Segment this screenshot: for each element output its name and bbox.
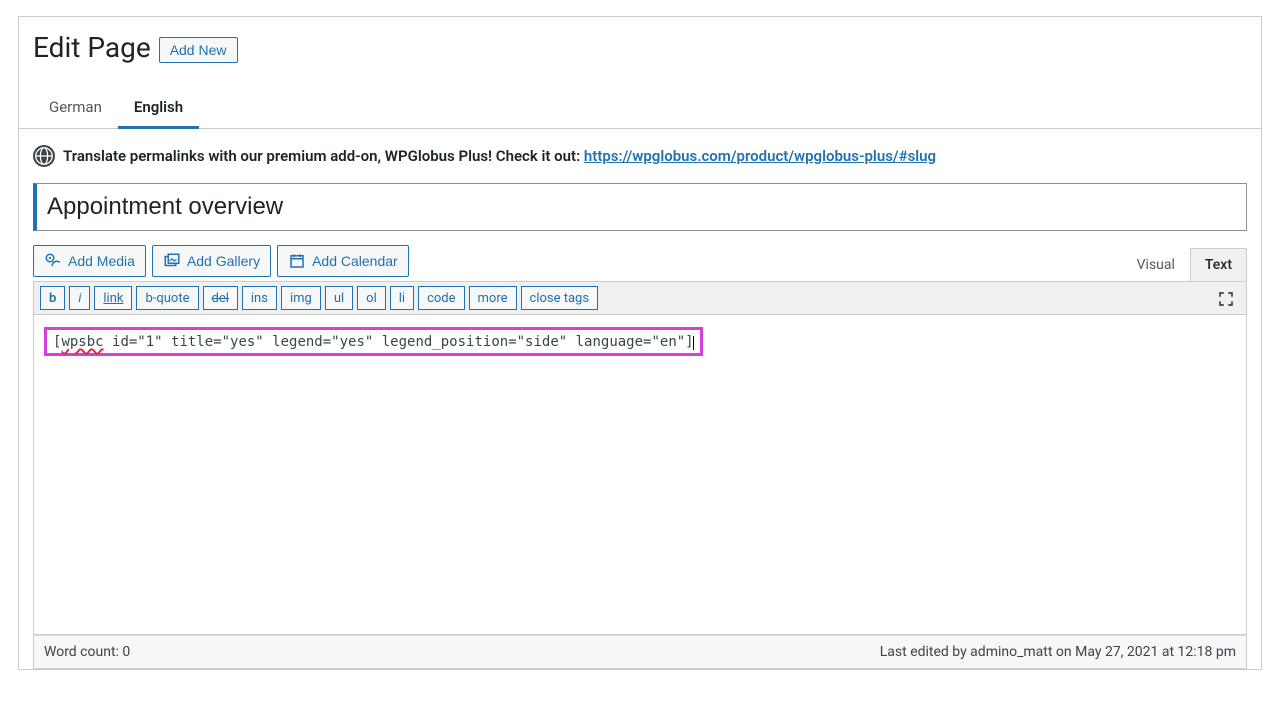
tab-german[interactable]: German [33,88,118,129]
qt-ul-button[interactable]: ul [325,286,353,310]
qt-bold-button[interactable]: b [40,286,65,310]
media-icon [44,252,62,270]
content-textarea[interactable]: [wpsbc id="1" title="yes" legend="yes" l… [33,315,1247,635]
header-row: Edit Page Add New [19,17,1261,72]
editor-top-row: Add Media Add Gallery Add Calendar Visua… [33,245,1247,281]
add-media-label: Add Media [68,253,135,269]
qt-del-button[interactable]: del [203,286,238,310]
fullscreen-icon [1217,290,1235,308]
add-gallery-button[interactable]: Add Gallery [152,245,271,277]
add-gallery-label: Add Gallery [187,253,260,269]
qt-italic-button[interactable]: i [69,286,90,310]
page-container: Edit Page Add New German English Transla… [18,16,1262,670]
word-count: Word count: 0 [44,644,130,660]
editor-mode-tabs: Visual Text [1122,248,1247,281]
editor-media-buttons: Add Media Add Gallery Add Calendar [33,245,409,281]
last-edited: Last edited by admino_matt on May 27, 20… [880,644,1236,660]
qt-link-button[interactable]: link [94,286,132,310]
editor-wrap: Add Media Add Gallery Add Calendar Visua… [33,245,1247,635]
page-title-input[interactable] [33,183,1247,231]
tab-english[interactable]: English [118,88,199,129]
add-calendar-label: Add Calendar [312,253,398,269]
fullscreen-toggle-button[interactable] [1214,287,1238,311]
qt-img-button[interactable]: img [281,286,321,310]
calendar-icon [288,252,306,270]
quicktags-toolbar: b i link b-quote del ins img ul ol li co… [33,281,1247,315]
promo-link[interactable]: https://wpglobus.com/product/wpglobus-pl… [584,147,936,165]
language-tabs: German English [19,72,1261,129]
globe-icon [33,145,55,167]
mode-tab-visual[interactable]: Visual [1122,248,1190,281]
qt-li-button[interactable]: li [390,286,414,310]
mode-tab-text[interactable]: Text [1190,248,1247,282]
add-media-button[interactable]: Add Media [33,245,146,277]
add-calendar-button[interactable]: Add Calendar [277,245,409,277]
text-cursor [693,336,694,350]
content-rest: id="1" title="yes" legend="yes" legend_p… [104,334,694,350]
gallery-icon [163,252,181,270]
add-new-button[interactable]: Add New [159,37,238,63]
promo-text: Translate permalinks with our premium ad… [63,147,584,165]
title-input-wrap [33,183,1247,231]
qt-ins-button[interactable]: ins [242,286,277,310]
qt-code-button[interactable]: code [418,286,464,310]
qt-bquote-button[interactable]: b-quote [136,286,198,310]
qt-more-button[interactable]: more [469,286,517,310]
editor-status-bar: Word count: 0 Last edited by admino_matt… [33,635,1247,669]
content-spell-word: wpsbc [61,334,103,350]
qt-ol-button[interactable]: ol [357,286,386,310]
promo-banner: Translate permalinks with our premium ad… [19,129,1261,183]
shortcode-highlight: [wpsbc id="1" title="yes" legend="yes" l… [44,327,703,356]
qt-close-tags-button[interactable]: close tags [521,286,599,310]
page-title: Edit Page [33,31,151,64]
